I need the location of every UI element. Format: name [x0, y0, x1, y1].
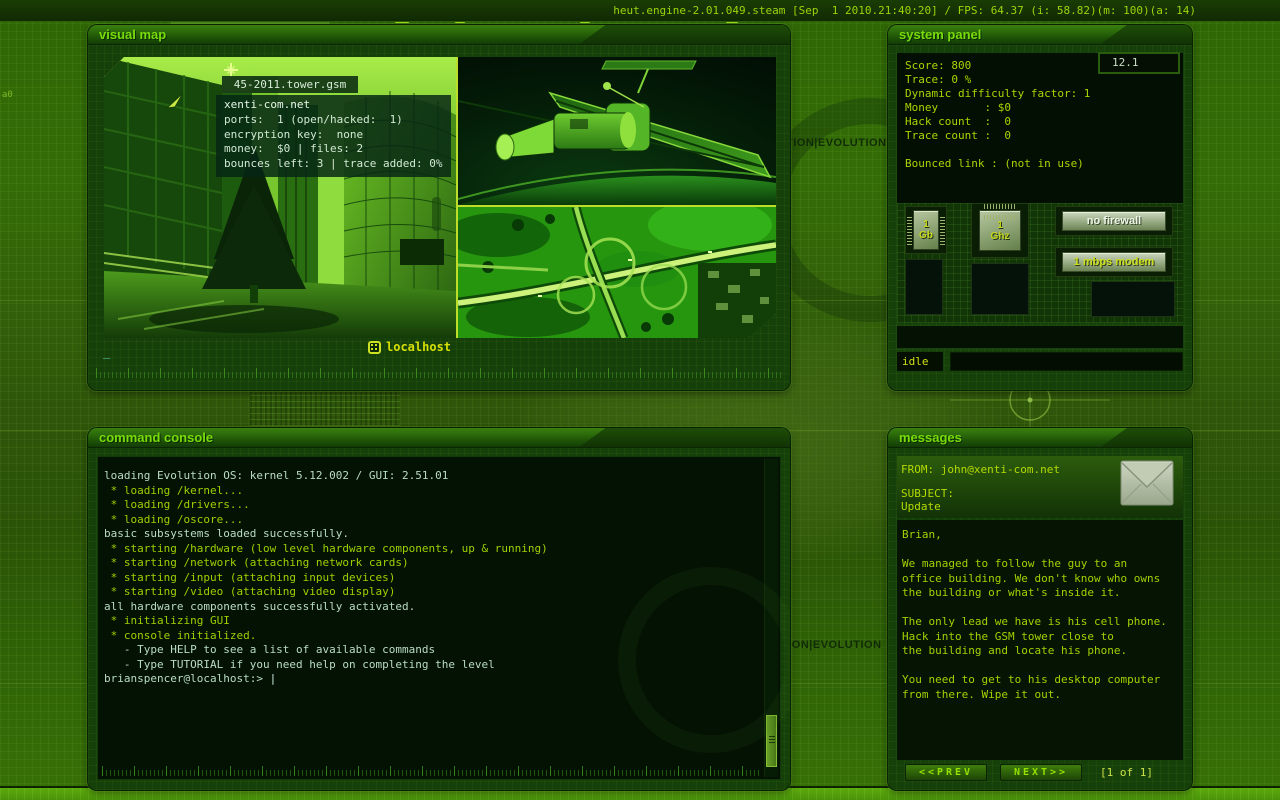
message-body: Brian, We managed to follow the guy to a… [902, 528, 1167, 702]
gsm-tower-label[interactable]: 45-2011.tower.gsm [222, 76, 358, 93]
firewall-module-icon: no firewall [1062, 211, 1166, 231]
console-line: * loading /kernel... [104, 484, 758, 499]
ram-slot: 1 Gb [905, 206, 947, 254]
satellite-image [458, 57, 776, 205]
top-status-bar: heut.engine-2.01.049.steam [Sep 1 2010.2… [0, 0, 1280, 22]
visual-map-panel: visual map [88, 25, 790, 390]
console-line: - Type HELP to see a list of available c… [104, 643, 758, 658]
console-scrollbar-track [764, 459, 778, 777]
visual-map-title: visual map [99, 27, 166, 42]
system-stats-area: Score: 800 Trace: 0 % Dynamic difficulty… [897, 53, 1183, 206]
console-title: command console [99, 430, 213, 445]
message-header: FROM: john@xenti-com.net SUBJECT: Update [897, 456, 1183, 518]
console-line: * starting /input (attaching input devic… [104, 571, 758, 586]
edge-noise-text: a0 [2, 90, 13, 100]
console-line: * console initialized. [104, 629, 758, 644]
evolution-watermark-text: TION|EVOLUTION [781, 639, 882, 651]
modem-module-icon: 1 mbps modem [1062, 252, 1166, 272]
gsm-tower-marker-icon[interactable] [224, 63, 238, 77]
system-status: idle [897, 352, 943, 371]
console-line: * starting /hardware (low level hardware… [104, 542, 758, 557]
system-panel: system panel Score: 800 Trace: 0 % Dynam… [888, 25, 1192, 390]
console-line: * initializing GUI [104, 614, 758, 629]
empty-hardware-slot [971, 263, 1029, 315]
localhost-label: localhost [386, 340, 451, 354]
cpu-value: 1 [997, 220, 1003, 231]
cpu-unit: Ghz [991, 231, 1010, 242]
console-line: * loading /drivers... [104, 498, 758, 513]
console-scrollbar-thumb[interactable] [766, 715, 777, 767]
map-ruler-ticks [96, 368, 782, 378]
version-readout: 12.1 [1098, 52, 1180, 74]
system-panel-title: system panel [899, 27, 981, 42]
host-info-lines: ports: 1 (open/hacked: 1) encryption key… [224, 113, 443, 170]
console-line: * loading /oscore... [104, 513, 758, 528]
map-text-cursor: _ [103, 345, 110, 359]
host-info-tooltip: xenti-com.net ports: 1 (open/hacked: 1) … [216, 95, 451, 177]
hardware-board: 1 Gb 1 Ghz no firewall 1 mbps modem [897, 203, 1183, 323]
console-terminal[interactable]: loading Evolution OS: kernel 5.12.002 / … [97, 456, 781, 780]
ram-chip-icon: 1 Gb [913, 210, 939, 250]
console-line: * starting /video (attaching video displ… [104, 585, 758, 600]
console-line: * starting /network (attaching network c… [104, 556, 758, 571]
engine-status-text: heut.engine-2.01.049.steam [Sep 1 2010.2… [613, 4, 1196, 17]
console-ruler-ticks [102, 766, 760, 776]
progress-bar-empty [950, 352, 1183, 371]
empty-hardware-slot [905, 259, 943, 315]
modem-slot: 1 mbps modem [1055, 247, 1173, 277]
evolution-watermark-text: TION|EVOLUTION [786, 137, 887, 149]
prev-message-button[interactable]: <<PREV [905, 764, 987, 781]
background-data-noise [250, 392, 400, 426]
console-line: all hardware components successfully act… [104, 600, 758, 615]
map-cursor-arrow-icon [166, 91, 184, 109]
cpu-slot: 1 Ghz [971, 203, 1029, 258]
visual-map-title-bar [88, 25, 790, 45]
localhost-marker[interactable]: localhost [368, 340, 451, 354]
messages-title: messages [899, 430, 962, 445]
cpu-chip-icon: 1 Ghz [979, 210, 1021, 251]
modem-label: 1 mbps modem [1074, 256, 1155, 268]
message-subject-value: Update [901, 500, 941, 513]
host-name: xenti-com.net [224, 98, 310, 111]
message-body-area: Brian, We managed to follow the guy to a… [897, 520, 1183, 760]
ram-unit: Gb [919, 230, 933, 241]
console-line: - Type TUTORIAL if you need help on comp… [104, 658, 758, 673]
command-console-panel: command console loading Evolution OS: ke… [88, 428, 790, 790]
messages-panel: messages FROM: john@xenti-com.net SUBJEC… [888, 428, 1192, 790]
next-message-button[interactable]: NEXT>> [1000, 764, 1082, 781]
firewall-label: no firewall [1087, 215, 1141, 227]
message-from: FROM: john@xenti-com.net [901, 463, 1060, 476]
console-prompt[interactable]: brianspencer@localhost:> | [104, 672, 758, 687]
console-caret: | [270, 672, 277, 685]
message-subject-label: SUBJECT: [901, 487, 954, 500]
console-line: basic subsystems loaded successfully. [104, 527, 758, 542]
console-line: loading Evolution OS: kernel 5.12.002 / … [104, 469, 758, 484]
envelope-icon [1120, 459, 1174, 507]
game-screen: TION|EVOLUTION TION|EVOLUTION a0 heut.en… [0, 0, 1280, 800]
console-output: loading Evolution OS: kernel 5.12.002 / … [104, 469, 758, 687]
aerial-roads-image [458, 207, 776, 338]
system-stats: Score: 800 Trace: 0 % Dynamic difficulty… [905, 59, 1090, 171]
message-pager: [1 of 1] [1100, 766, 1153, 779]
system-spacer-bar [897, 326, 1183, 348]
localhost-icon [368, 341, 381, 354]
ram-value: 1 [923, 219, 929, 230]
firewall-slot: no firewall [1055, 206, 1173, 236]
empty-hardware-slot [1091, 281, 1175, 317]
